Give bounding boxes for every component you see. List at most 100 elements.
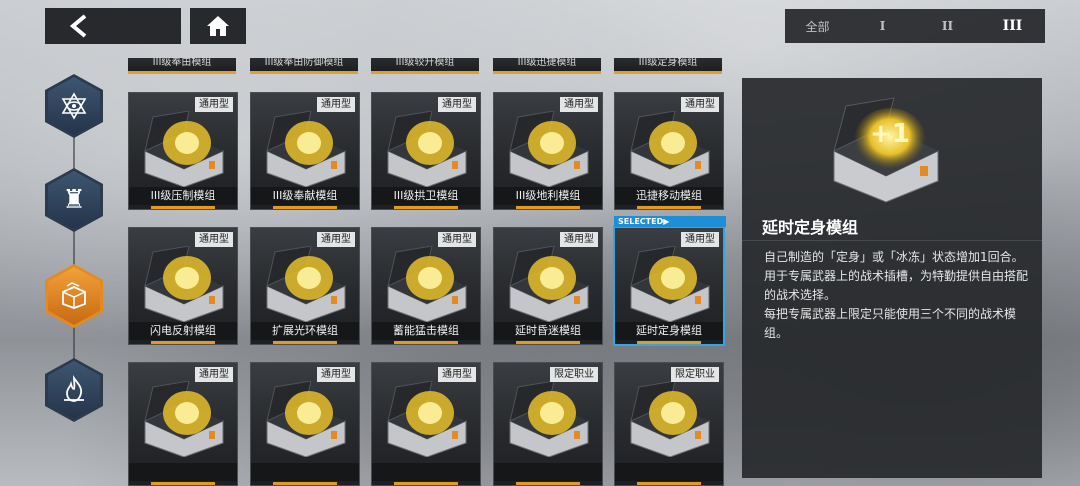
module-type-badge: 通用型 bbox=[438, 367, 476, 382]
module-box-art bbox=[630, 111, 710, 187]
module-accent-bar bbox=[516, 206, 580, 209]
module-type-badge: 通用型 bbox=[195, 97, 233, 112]
module-type-badge: 通用型 bbox=[438, 232, 476, 247]
home-icon bbox=[207, 16, 229, 36]
module-name: 蓄能猛击模组 bbox=[372, 322, 480, 340]
home-button[interactable] bbox=[190, 8, 246, 44]
nav-item-1[interactable] bbox=[45, 74, 103, 138]
module-card[interactable]: 通用型延时昏迷模组 bbox=[493, 227, 603, 345]
module-accent-bar bbox=[151, 482, 215, 485]
svg-text:+1: +1 bbox=[870, 119, 910, 149]
module-accent-bar bbox=[394, 206, 458, 209]
module-name bbox=[372, 463, 480, 481]
module-type-badge: 通用型 bbox=[560, 97, 598, 112]
module-type-badge: 通用型 bbox=[317, 97, 355, 112]
module-box-art bbox=[266, 381, 346, 457]
module-box-art bbox=[144, 111, 224, 187]
module-type-badge: 通用型 bbox=[317, 367, 355, 382]
detail-desc-line: 自己制造的「定身」或「冰冻」状态增加1回合。 bbox=[764, 250, 1024, 264]
partial-row: III级奉由模组 III级奉由防御模组 III级较升模组 III级迅捷模组 II… bbox=[128, 58, 728, 74]
detail-desc-line: 用于专属武器上的战术插槽，为特勤提供自由搭配的战术选择。 bbox=[764, 269, 1029, 302]
tier-tab-2[interactable]: II bbox=[915, 19, 980, 33]
nav-item-4[interactable] bbox=[45, 358, 103, 422]
module-card[interactable]: 通用型扩展光环模组 bbox=[250, 227, 360, 345]
module-name: III级拱卫模组 bbox=[372, 187, 480, 205]
nav-item-3[interactable] bbox=[45, 264, 103, 328]
module-card[interactable]: 通用型 III级压制模组 bbox=[128, 92, 238, 210]
module-box-art bbox=[144, 246, 224, 322]
flame-icon bbox=[64, 375, 84, 402]
module-name: 延时定身模组 bbox=[615, 322, 723, 340]
module-name: III级压制模组 bbox=[129, 187, 237, 205]
module-name: III级奉献模组 bbox=[251, 187, 359, 205]
module-card-partial[interactable]: III级定身模组 bbox=[614, 58, 722, 74]
module-box-art bbox=[509, 111, 589, 187]
module-card[interactable]: 通用型蓄能猛击模组 bbox=[371, 227, 481, 345]
module-card-partial[interactable]: III级奉由防御模组 bbox=[250, 58, 358, 74]
module-box-art bbox=[509, 381, 589, 457]
module-type-badge: 通用型 bbox=[317, 232, 355, 247]
detail-desc-line: 每把专属武器上限定只能使用三个不同的战术模组。 bbox=[764, 307, 1017, 340]
module-type-badge: 通用型 bbox=[560, 232, 598, 247]
module-box-art bbox=[630, 381, 710, 457]
module-type-badge: 通用型 bbox=[195, 367, 233, 382]
back-button[interactable] bbox=[45, 8, 181, 44]
module-type-badge: 通用型 bbox=[438, 97, 476, 112]
module-card[interactable]: 通用型延时定身模组 bbox=[614, 227, 724, 345]
module-card[interactable]: 通用型 III级地利模组 bbox=[493, 92, 603, 210]
detail-title: 延时定身模组 bbox=[762, 218, 859, 237]
nav-item-2[interactable]: ♜ bbox=[45, 168, 103, 232]
module-card[interactable]: 通用型 bbox=[128, 362, 238, 486]
module-accent-bar bbox=[394, 341, 458, 344]
tier-tab-3[interactable]: III bbox=[980, 18, 1045, 34]
module-name bbox=[251, 463, 359, 481]
module-card[interactable]: 通用型 bbox=[371, 362, 481, 486]
box-icon bbox=[62, 282, 86, 309]
eye-star-icon bbox=[61, 92, 87, 120]
module-card[interactable]: 通用型 III级奉献模组 bbox=[250, 92, 360, 210]
module-card[interactable]: 通用型 迅捷移动模组 bbox=[614, 92, 724, 210]
detail-divider bbox=[742, 240, 1042, 241]
module-box-art bbox=[266, 111, 346, 187]
module-name: 延时昏迷模组 bbox=[494, 322, 602, 340]
side-nav: ♜ bbox=[40, 70, 110, 430]
module-card[interactable]: 限定职业 bbox=[493, 362, 603, 486]
module-accent-bar bbox=[151, 341, 215, 344]
module-card[interactable]: 通用型 闪电反射模组 bbox=[128, 227, 238, 345]
tier-filter: 全部 I II III bbox=[785, 9, 1045, 43]
module-accent-bar bbox=[273, 206, 337, 209]
module-card-partial[interactable]: III级迅捷模组 bbox=[493, 58, 601, 74]
detail-panel: +1 延时定身模组 自己制造的「定身」或「冰冻」状态增加1回合。 用于专属武器上… bbox=[742, 78, 1042, 478]
module-accent-bar bbox=[394, 482, 458, 485]
chevron-left-icon bbox=[69, 14, 87, 38]
module-name: III级地利模组 bbox=[494, 187, 602, 205]
module-type-badge: 通用型 bbox=[195, 232, 233, 247]
module-accent-bar bbox=[637, 206, 701, 209]
module-type-badge: 通用型 bbox=[681, 232, 719, 247]
module-box-art bbox=[387, 246, 467, 322]
module-name bbox=[615, 463, 723, 481]
module-card[interactable]: 限定职业 bbox=[614, 362, 724, 486]
tier-tab-all[interactable]: 全部 bbox=[785, 18, 850, 35]
module-box-art bbox=[144, 381, 224, 457]
module-accent-bar bbox=[273, 482, 337, 485]
module-accent-bar bbox=[516, 482, 580, 485]
tier-tab-1[interactable]: I bbox=[850, 19, 915, 33]
selected-label: SELECTED▶ bbox=[614, 216, 726, 227]
module-accent-bar bbox=[637, 482, 701, 485]
module-card-partial[interactable]: III级较升模组 bbox=[371, 58, 479, 74]
module-card[interactable]: 通用型 III级拱卫模组 bbox=[371, 92, 481, 210]
module-box-art bbox=[387, 111, 467, 187]
module-card-partial[interactable]: III级奉由模组 bbox=[128, 58, 236, 74]
module-name bbox=[494, 463, 602, 481]
module-box-art bbox=[630, 246, 710, 322]
module-accent-bar bbox=[516, 341, 580, 344]
module-accent-bar bbox=[637, 341, 701, 344]
detail-description: 自己制造的「定身」或「冰冻」状态增加1回合。 用于专属武器上的战术插槽，为特勤提… bbox=[764, 248, 1034, 343]
module-accent-bar bbox=[151, 206, 215, 209]
module-box-art bbox=[266, 246, 346, 322]
module-accent-bar bbox=[273, 341, 337, 344]
module-name: 扩展光环模组 bbox=[251, 322, 359, 340]
module-card[interactable]: 通用型 bbox=[250, 362, 360, 486]
module-box-art bbox=[387, 381, 467, 457]
